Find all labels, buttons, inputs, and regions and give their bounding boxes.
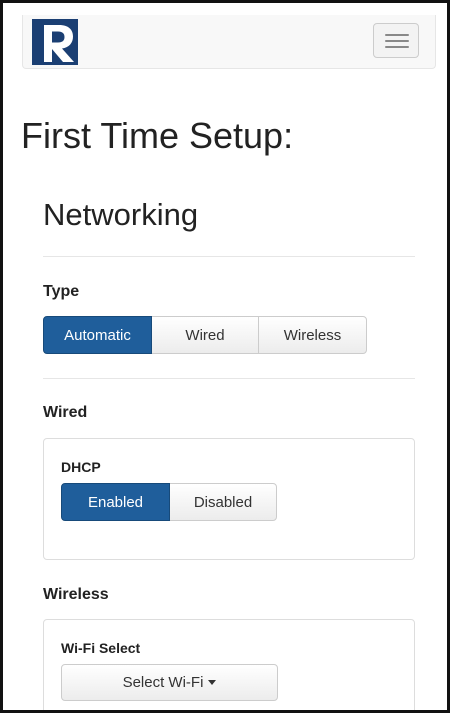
networking-title: Networking: [43, 197, 199, 232]
dhcp-button-group: Enabled Disabled: [61, 483, 277, 521]
dhcp-disabled-button[interactable]: Disabled: [169, 483, 277, 521]
type-wired-button[interactable]: Wired: [151, 316, 259, 354]
menu-toggle-button[interactable]: [373, 23, 419, 58]
type-button-group: Automatic Wired Wireless: [43, 316, 367, 354]
dhcp-enabled-button[interactable]: Enabled: [61, 483, 170, 521]
hamburger-menu-icon: [385, 34, 409, 36]
type-label: Type: [43, 283, 80, 300]
logo-r-icon: [32, 19, 78, 65]
section-divider: [43, 378, 415, 379]
wired-title: Wired: [43, 404, 88, 421]
wired-panel: DHCP Enabled Disabled: [43, 438, 415, 560]
hamburger-menu-icon: [385, 40, 409, 42]
wifi-select-dropdown[interactable]: Select Wi-Fi: [61, 664, 278, 701]
wireless-title: Wireless: [43, 586, 109, 603]
wireless-panel: Wi-Fi Select Select Wi-Fi: [43, 619, 415, 710]
hamburger-menu-icon: [385, 46, 409, 48]
wifi-select-text: Select Wi-Fi: [122, 674, 204, 691]
section-divider: [43, 256, 415, 257]
type-automatic-button[interactable]: Automatic: [43, 316, 152, 354]
app-frame: First Time Setup: Networking Type Automa…: [0, 0, 450, 713]
wifi-select-label: Wi-Fi Select: [61, 640, 141, 656]
dhcp-label: DHCP: [61, 459, 101, 475]
brand-logo[interactable]: [32, 19, 78, 65]
page-title: First Time Setup:: [21, 115, 294, 156]
caret-down-icon: [208, 680, 217, 685]
top-navbar: [22, 15, 436, 69]
type-wireless-button[interactable]: Wireless: [258, 316, 367, 354]
